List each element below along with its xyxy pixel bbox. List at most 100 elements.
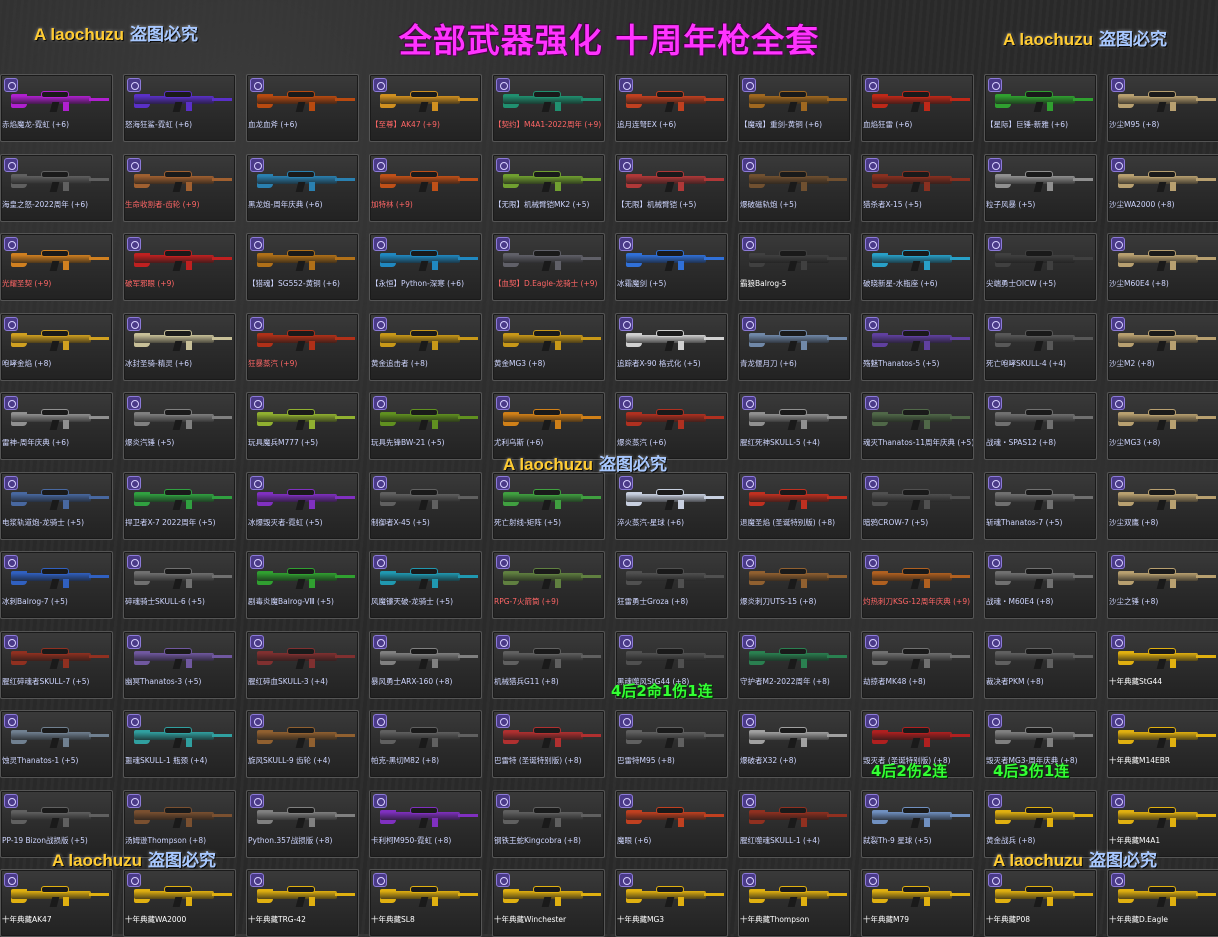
- weapon-card[interactable]: 沙尘M2 (+8): [1107, 312, 1218, 381]
- weapon-card[interactable]: 钢铁王蛇Kingcobra (+8): [492, 789, 605, 858]
- weapon-card[interactable]: 冰封圣骑-精灵 (+6): [123, 312, 236, 381]
- weapon-card[interactable]: 【血契】D.Eagle-龙骑士 (+9): [492, 233, 605, 301]
- weapon-card[interactable]: 退魔圣焰 (圣诞特别版) (+8): [738, 471, 851, 540]
- weapon-card[interactable]: 海皇之怒-2022周年 (+6): [0, 153, 113, 222]
- weapon-card[interactable]: 碎魂骑士SKULL-6 (+5): [123, 551, 236, 619]
- weapon-card[interactable]: 粒子风暴 (+5): [984, 153, 1097, 222]
- weapon-card[interactable]: 加特林 (+9): [369, 153, 482, 222]
- weapon-card[interactable]: 十年典藏Winchester: [492, 869, 605, 937]
- weapon-card[interactable]: 【无限】机械臂铠 (+5): [615, 153, 728, 222]
- weapon-card[interactable]: 【魔魂】重剑-黄铜 (+6): [738, 74, 851, 142]
- weapon-card[interactable]: 十年典藏M14EBR: [1107, 710, 1218, 778]
- weapon-card[interactable]: 十年典藏TRG-42: [246, 869, 359, 937]
- weapon-card[interactable]: 爆破磁轨炮 (+5): [738, 153, 851, 222]
- weapon-card[interactable]: 斩魂Thanatos-7 (+5): [984, 471, 1097, 540]
- weapon-card[interactable]: 巴雷特 (圣诞特别版) (+8): [492, 710, 605, 778]
- weapon-card[interactable]: 捍卫者X-7 2022周年 (+5): [123, 471, 236, 540]
- weapon-card[interactable]: 黑龙炮-周年庆典 (+6): [246, 153, 359, 222]
- weapon-card[interactable]: 守护者M2-2022周年 (+8): [738, 630, 851, 699]
- weapon-card[interactable]: 机械猎兵G11 (+8): [492, 630, 605, 699]
- weapon-card[interactable]: 追踪者X-90 格式化 (+5): [615, 312, 728, 381]
- weapon-card[interactable]: 黄金追击者 (+8): [369, 312, 482, 381]
- weapon-card[interactable]: 冰爆毁灭者-霓虹 (+5): [246, 471, 359, 540]
- weapon-card[interactable]: 爆破者X32 (+8): [738, 710, 851, 778]
- weapon-card[interactable]: 玩具魔兵M777 (+5): [246, 392, 359, 460]
- weapon-card[interactable]: Python.357战损版 (+8): [246, 789, 359, 858]
- weapon-card[interactable]: 沙尘双鹰 (+8): [1107, 471, 1218, 540]
- weapon-card[interactable]: 雷神-周年庆典 (+6): [0, 392, 113, 460]
- weapon-card[interactable]: 【永恒】Python-深寒 (+6): [369, 233, 482, 301]
- weapon-card[interactable]: 沙尘M95 (+8): [1107, 74, 1218, 142]
- weapon-card[interactable]: 【星际】巨锤-新雅 (+6): [984, 74, 1097, 142]
- weapon-card[interactable]: 魂灭Thanatos-11周年庆典 (+5): [861, 392, 974, 460]
- weapon-card[interactable]: 猎杀者X-15 (+5): [861, 153, 974, 222]
- weapon-card[interactable]: 死亡咆哮SKULL-4 (+4): [984, 312, 1097, 381]
- weapon-card[interactable]: 怒海狂鲨-霓虹 (+6): [123, 74, 236, 142]
- weapon-card[interactable]: 沙尘WA2000 (+8): [1107, 153, 1218, 222]
- weapon-card[interactable]: 十年典藏MG3: [615, 869, 728, 937]
- weapon-card[interactable]: 玩具先锋BW-21 (+5): [369, 392, 482, 460]
- weapon-card[interactable]: 十年典藏Thompson: [738, 869, 851, 937]
- weapon-card[interactable]: 冰霜魔剑 (+5): [615, 233, 728, 301]
- weapon-card[interactable]: 爆炎刺刀UTS-15 (+8): [738, 551, 851, 619]
- weapon-card[interactable]: 剧毒炎魔Balrog-VⅢ (+5): [246, 551, 359, 619]
- weapon-card[interactable]: 灼热刺刀KSG-12周年庆典 (+9): [861, 551, 974, 619]
- weapon-card[interactable]: 沙尘MG3 (+8): [1107, 392, 1218, 460]
- weapon-card[interactable]: 巴雷特M95 (+8): [615, 710, 728, 778]
- weapon-card[interactable]: 冰刺Balrog-7 (+5): [0, 551, 113, 619]
- weapon-card[interactable]: 生命收割者-齿轮 (+9): [123, 153, 236, 222]
- weapon-card[interactable]: 光耀圣契 (+9): [0, 233, 113, 301]
- weapon-card[interactable]: 卡利柯M950-霓虹 (+8): [369, 789, 482, 858]
- weapon-card[interactable]: 咆哮金焰 (+8): [0, 312, 113, 381]
- weapon-card[interactable]: 青龙偃月刀 (+6): [738, 312, 851, 381]
- weapon-card[interactable]: 破军邪眼 (+9): [123, 233, 236, 301]
- weapon-card[interactable]: 帕克-黑切M82 (+8): [369, 710, 482, 778]
- weapon-card[interactable]: 沙尘M60E4 (+8): [1107, 233, 1218, 301]
- weapon-card[interactable]: 破晓新星-水瓶座 (+6): [861, 233, 974, 301]
- weapon-card[interactable]: 狂雷勇士Groza (+8): [615, 551, 728, 619]
- weapon-card[interactable]: 腥红噬魂SKULL-1 (+4): [738, 789, 851, 858]
- weapon-card[interactable]: 死亡射线-矩阵 (+5): [492, 471, 605, 540]
- weapon-card[interactable]: 十年典藏P08: [984, 869, 1097, 937]
- weapon-card[interactable]: 黄金MG3 (+8): [492, 312, 605, 381]
- weapon-card[interactable]: 淬火蒸汽-星球 (+6): [615, 471, 728, 540]
- weapon-card[interactable]: 腥红碎魂者SKULL-7 (+5): [0, 630, 113, 699]
- weapon-card[interactable]: 旋风SKULL-9 齿轮 (+4): [246, 710, 359, 778]
- weapon-card[interactable]: 【契约】M4A1-2022周年 (+9): [492, 74, 605, 142]
- weapon-card[interactable]: 殇魅Thanatos-5 (+5): [861, 312, 974, 381]
- weapon-card[interactable]: 腥红碎血SKULL-3 (+4): [246, 630, 359, 699]
- weapon-card[interactable]: 劫掠者MK48 (+8): [861, 630, 974, 699]
- weapon-card[interactable]: 血龙血斧 (+6): [246, 74, 359, 142]
- weapon-card[interactable]: 魔眼 (+6): [615, 789, 728, 858]
- weapon-card[interactable]: 血焰狂雷 (+6): [861, 74, 974, 142]
- weapon-card[interactable]: 十年典藏AK47: [0, 869, 113, 937]
- weapon-card[interactable]: 电浆轨道炮-龙骑士 (+5): [0, 471, 113, 540]
- weapon-card[interactable]: 战魂・SPAS12 (+8): [984, 392, 1097, 460]
- weapon-card[interactable]: 暴风勇士ARX-160 (+8): [369, 630, 482, 699]
- weapon-card[interactable]: 【至尊】AK47 (+9): [369, 74, 482, 142]
- weapon-card[interactable]: 噩魂SKULL-1 瓶颈 (+4): [123, 710, 236, 778]
- weapon-card[interactable]: 霸狼Balrog-5: [738, 233, 851, 301]
- weapon-card[interactable]: 十年典藏StG44: [1107, 630, 1218, 699]
- weapon-card[interactable]: 战魂・M60E4 (+8): [984, 551, 1097, 619]
- weapon-card[interactable]: 暗鸦CROW-7 (+5): [861, 471, 974, 540]
- weapon-card[interactable]: 蚀灵Thanatos-1 (+5): [0, 710, 113, 778]
- weapon-card[interactable]: 幽冥Thanatos-3 (+5): [123, 630, 236, 699]
- weapon-card[interactable]: 赤焰魔龙-霓虹 (+6): [0, 74, 113, 142]
- weapon-card[interactable]: 沙尘之锤 (+8): [1107, 551, 1218, 619]
- weapon-card[interactable]: RPG-7火箭筒 (+9): [492, 551, 605, 619]
- weapon-card[interactable]: 追月连弩EX (+6): [615, 74, 728, 142]
- weapon-card[interactable]: 十年典藏D.Eagle: [1107, 869, 1218, 937]
- weapon-card[interactable]: 【猎魂】SG552-黄铜 (+6): [246, 233, 359, 301]
- weapon-card[interactable]: 裁决者PKM (+8): [984, 630, 1097, 699]
- weapon-card[interactable]: 狂暴蒸汽 (+9): [246, 312, 359, 381]
- weapon-card[interactable]: 十年典藏SL8: [369, 869, 482, 937]
- weapon-card[interactable]: 尖端勇士OICW (+5): [984, 233, 1097, 301]
- weapon-card[interactable]: 制御者X-45 (+5): [369, 471, 482, 540]
- weapon-card[interactable]: 风魔镰天破-龙骑士 (+5): [369, 551, 482, 619]
- weapon-card[interactable]: 腥红死神SKULL-5 (+4): [738, 392, 851, 460]
- weapon-card[interactable]: 【无限】机械臂铠MK2 (+5): [492, 153, 605, 222]
- weapon-card[interactable]: 十年典藏WA2000: [123, 869, 236, 937]
- weapon-card[interactable]: 弑裂Th-9 星球 (+5): [861, 789, 974, 858]
- weapon-card[interactable]: 爆炎汽锤 (+5): [123, 392, 236, 460]
